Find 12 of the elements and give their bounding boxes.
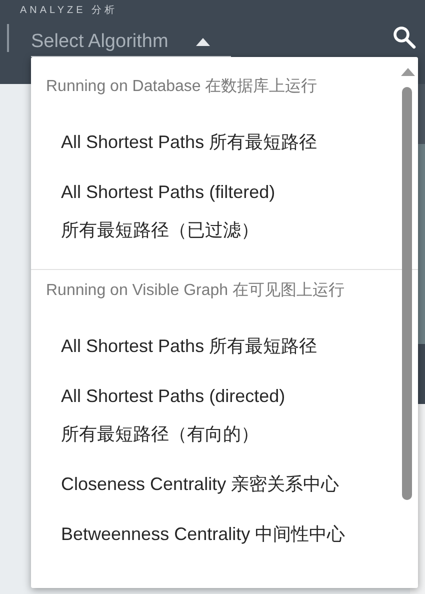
menu-item[interactable]: All Shortest Paths (directed) 所有最短路径（有向的）: [31, 371, 418, 459]
group-header: Running on Visible Graph 在可见图上运行: [45, 280, 346, 301]
search-icon[interactable]: [392, 25, 416, 49]
menu-item[interactable]: All Shortest Paths 所有最短路径: [31, 321, 418, 371]
menu-item[interactable]: Closeness Centrality 亲密关系中心: [31, 459, 418, 509]
menu-item[interactable]: All Shortest Paths (filtered) 所有最短路径（已过滤）: [31, 167, 418, 255]
scrollbar-thumb[interactable]: [402, 87, 412, 500]
group-header: Running on Database 在数据库上运行: [45, 76, 318, 97]
menu-item[interactable]: All Shortest Paths 所有最短路径: [31, 117, 418, 167]
section-label: ANALYZE 分析: [20, 4, 118, 17]
scroll-up-icon[interactable]: [401, 68, 415, 76]
menu-item[interactable]: Betweenness Centrality 中间性中心: [31, 509, 418, 559]
